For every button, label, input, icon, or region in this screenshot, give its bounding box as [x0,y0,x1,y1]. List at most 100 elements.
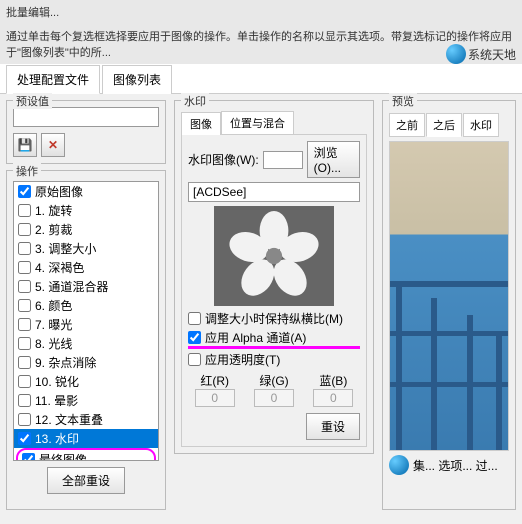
brand-text: 系统天地 [468,46,516,63]
use-alpha-row[interactable]: 应用 Alpha 通道(A) [188,329,360,349]
op-rotate-check[interactable] [18,204,31,217]
operations-legend: 操作 [13,163,41,179]
preview-fieldset: 预览 之前 之后 水印 集... 选项... 过... [382,100,516,510]
op-original[interactable]: 原始图像 [14,182,158,201]
op-sepia-check[interactable] [18,261,31,274]
tab-image-list[interactable]: 图像列表 [102,65,172,94]
op-channel-check[interactable] [18,280,31,293]
brand-icon [446,44,466,64]
op-noise[interactable]: 9. 杂点消除 [14,353,158,372]
op-label: 6. 颜色 [35,297,72,314]
preview-bottom-text: 集... 选项... 过... [413,457,498,474]
save-preset-button[interactable]: 💾 [13,133,37,157]
preview-tab-after[interactable]: 之后 [426,113,462,137]
preview-tab-strip: 之前 之后 水印 [389,113,509,137]
op-label: 10. 锐化 [35,373,79,390]
b-spinner[interactable]: 0 [313,389,353,407]
use-opacity-row[interactable]: 应用透明度(T) [188,351,360,368]
op-watermark[interactable]: 13. 水印 [14,429,158,448]
op-label: 9. 杂点消除 [35,354,96,371]
op-label: 5. 通道混合器 [35,278,108,295]
keep-ratio-row[interactable]: 调整大小时保持纵横比(M) [188,310,360,327]
tab-process-config[interactable]: 处理配置文件 [6,65,100,94]
op-sharpen-check[interactable] [18,375,31,388]
op-color-check[interactable] [18,299,31,312]
r-spinner[interactable]: 0 [195,389,235,407]
op-color[interactable]: 6. 颜色 [14,296,158,315]
keep-ratio-checkbox[interactable] [188,312,201,325]
op-crop[interactable]: 2. 剪裁 [14,220,158,239]
op-channel-mixer[interactable]: 5. 通道混合器 [14,277,158,296]
wm-preview-thumbnail [214,206,334,306]
op-vignette-check[interactable] [18,394,31,407]
use-alpha-label: 应用 Alpha 通道(A) [205,329,306,346]
b-label: 蓝(B) [307,372,360,389]
wm-image-label: 水印图像(W): [188,151,259,168]
op-crop-check[interactable] [18,223,31,236]
delete-icon: ✕ [48,138,58,152]
hint-text: 通过单击每个复选框选择要应用于图像的操作。单击操作的名称以显示其选项。带复选标记… [0,24,522,64]
brand-watermark: 系统天地 [446,44,516,64]
preview-image [389,141,509,451]
op-watermark-check[interactable] [18,432,31,445]
op-label: 7. 曝光 [35,316,72,333]
op-original-check[interactable] [18,185,31,198]
op-sepia[interactable]: 4. 深褐色 [14,258,158,277]
watermark-fieldset: 水印 图像 位置与混合 水印图像(W): 浏览(O)... [ACDSee] [174,100,374,454]
watermark-tab-strip: 图像 位置与混合 [181,111,367,135]
browse-button[interactable]: 浏览(O)... [307,141,360,178]
floppy-icon: 💾 [18,138,33,152]
operations-list: 原始图像 1. 旋转 2. 剪裁 3. 调整大小 4. 深褐色 5. 通道混合器… [13,181,159,461]
op-label: 8. 光线 [35,335,72,352]
op-label: 3. 调整大小 [35,240,96,257]
preview-tab-before[interactable]: 之前 [389,113,425,137]
op-label: 2. 剪裁 [35,221,72,238]
keep-ratio-label: 调整大小时保持纵横比(M) [205,310,343,327]
reset-watermark-button[interactable]: 重设 [306,413,360,440]
use-opacity-label: 应用透明度(T) [205,351,280,368]
op-rotate[interactable]: 1. 旋转 [14,201,158,220]
use-opacity-checkbox[interactable] [188,353,201,366]
globe-icon [389,455,409,475]
preview-tab-watermark[interactable]: 水印 [463,113,499,137]
op-label: 最终图像 [39,451,87,461]
op-label: 11. 晕影 [35,392,78,409]
delete-preset-button[interactable]: ✕ [41,133,65,157]
g-label: 绿(G) [247,372,300,389]
op-exposure-check[interactable] [18,318,31,331]
op-label: 4. 深褐色 [35,259,84,276]
op-noise-check[interactable] [18,356,31,369]
preset-legend: 预设值 [13,93,52,109]
op-final-check[interactable] [22,453,35,461]
op-exposure[interactable]: 7. 曝光 [14,315,158,334]
window-title-fragment: 批量编辑... [0,0,522,24]
wm-tab-image[interactable]: 图像 [181,112,221,135]
op-resize-check[interactable] [18,242,31,255]
op-text-check[interactable] [18,413,31,426]
preview-legend: 预览 [389,93,417,109]
rgb-row: 红(R)0 绿(G)0 蓝(B)0 [188,372,360,407]
watermark-legend: 水印 [181,93,209,109]
op-light[interactable]: 8. 光线 [14,334,158,353]
preview-bottom-row: 集... 选项... 过... [389,455,509,475]
main-tab-strip: 处理配置文件 图像列表 [0,64,522,94]
g-spinner[interactable]: 0 [254,389,294,407]
op-text-overlay[interactable]: 12. 文本重叠 [14,410,158,429]
op-light-check[interactable] [18,337,31,350]
wm-tab-position[interactable]: 位置与混合 [221,111,294,134]
use-alpha-checkbox[interactable] [188,331,201,344]
flower-icon [229,211,319,301]
op-label: 1. 旋转 [35,202,72,219]
reset-all-button[interactable]: 全部重设 [47,467,125,494]
preset-dropdown[interactable] [13,107,159,127]
op-label: 原始图像 [35,183,83,200]
op-sharpen[interactable]: 10. 锐化 [14,372,158,391]
wm-image-path-input[interactable] [263,151,303,169]
op-label: 12. 文本重叠 [35,411,103,428]
op-vignette[interactable]: 11. 晕影 [14,391,158,410]
r-label: 红(R) [188,372,241,389]
wm-source-dropdown[interactable]: [ACDSee] [188,182,360,202]
op-final[interactable]: 最终图像 [16,448,156,461]
op-resize[interactable]: 3. 调整大小 [14,239,158,258]
op-label: 13. 水印 [35,430,79,447]
